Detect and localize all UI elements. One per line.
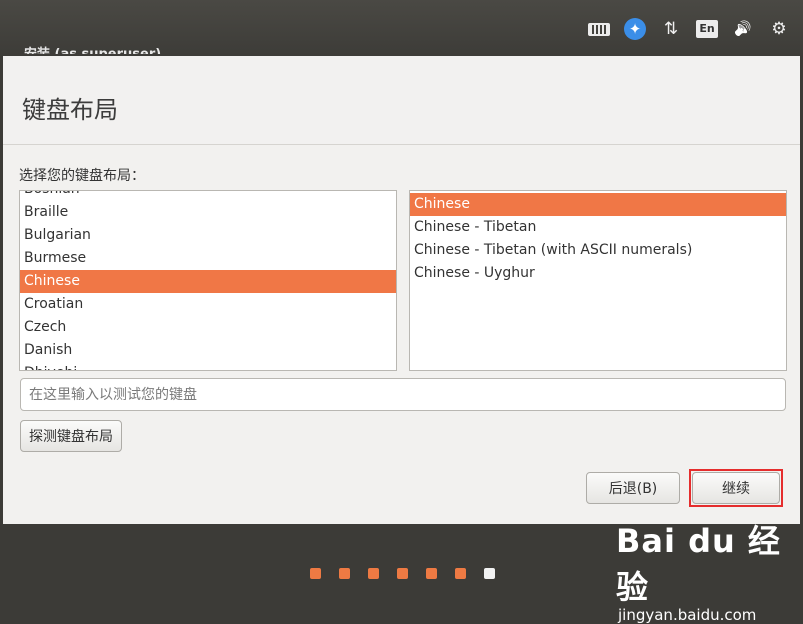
variant-list-item[interactable]: Chinese - Tibetan: [410, 216, 786, 239]
layout-list-items: BosnianBrailleBulgarianBurmeseChineseCro…: [20, 191, 396, 370]
network-indicator[interactable]: ⇅: [653, 14, 689, 44]
variant-list-items: Chinese Chinese - Tibetan Chinese - Tibeta…: [410, 193, 786, 285]
layout-list-item[interactable]: Bulgarian: [20, 224, 396, 247]
page-title: 键盘布局: [22, 96, 118, 124]
progress-dot: [426, 568, 437, 579]
keyboard-icon: [588, 22, 610, 36]
progress-dots: [310, 568, 513, 579]
detect-layout-button[interactable]: 探测键盘布局: [20, 420, 122, 452]
power-indicator[interactable]: ⚙: [761, 14, 797, 44]
language-badge: En: [696, 20, 718, 38]
keyboard-indicator[interactable]: [581, 14, 617, 44]
layout-list-item[interactable]: Bosnian: [20, 191, 396, 201]
progress-dot: [455, 568, 466, 579]
progress-dot: [310, 568, 321, 579]
progress-dot: [484, 568, 495, 579]
panel-indicators: ✦ ⇅ En 🔊 ⚙: [581, 14, 797, 44]
layout-list-label: 选择您的键盘布局：: [19, 168, 145, 184]
variant-list-item[interactable]: Chinese - Tibetan (with ASCII numerals): [410, 239, 786, 262]
window-title: 安装 (as superuser): [24, 44, 161, 54]
variant-list-item[interactable]: Chinese - Uyghur: [410, 262, 786, 285]
language-indicator[interactable]: En: [689, 14, 725, 44]
accessibility-indicator[interactable]: ✦: [617, 14, 653, 44]
layout-list-item[interactable]: Croatian: [20, 293, 396, 316]
progress-dot: [368, 568, 379, 579]
layout-list-item[interactable]: Dhivehi: [20, 362, 396, 370]
back-button[interactable]: 后退(B): [586, 472, 680, 504]
volume-indicator[interactable]: 🔊: [725, 14, 761, 44]
variant-list-item[interactable]: Chinese: [410, 193, 786, 216]
content-area: 选择您的键盘布局： BosnianBrailleBulgarianBurmese…: [3, 144, 800, 525]
keyboard-test-input[interactable]: [20, 378, 786, 411]
watermark-logo: Bai du 经验: [616, 522, 781, 606]
layout-list-item[interactable]: Burmese: [20, 247, 396, 270]
watermark-url: jingyan.baidu.com: [618, 606, 757, 624]
volume-icon: 🔊: [734, 21, 752, 37]
network-icon: ⇅: [663, 19, 679, 39]
layout-list-item[interactable]: Danish: [20, 339, 396, 362]
bottom-panel: Bai du 经验 jingyan.baidu.com: [0, 522, 803, 624]
layout-list-item[interactable]: Braille: [20, 201, 396, 224]
variant-list[interactable]: Chinese Chinese - Tibetan Chinese - Tibeta…: [409, 190, 787, 371]
accessibility-icon: ✦: [624, 18, 646, 40]
layout-list-item[interactable]: Czech: [20, 316, 396, 339]
layout-list[interactable]: BosnianBrailleBulgarianBurmeseChineseCro…: [19, 190, 397, 371]
progress-dot: [397, 568, 408, 579]
continue-highlight-annotation: [689, 469, 783, 507]
page-header: 键盘布局: [3, 56, 800, 144]
layout-list-item[interactable]: Chinese: [20, 270, 396, 293]
top-panel: ✦ ⇅ En 🔊 ⚙ 安装 (as superuser): [0, 0, 803, 56]
gear-icon: ⚙: [771, 19, 787, 39]
progress-dot: [339, 568, 350, 579]
baidu-watermark: Bai du 经验 jingyan.baidu.com: [616, 516, 803, 624]
